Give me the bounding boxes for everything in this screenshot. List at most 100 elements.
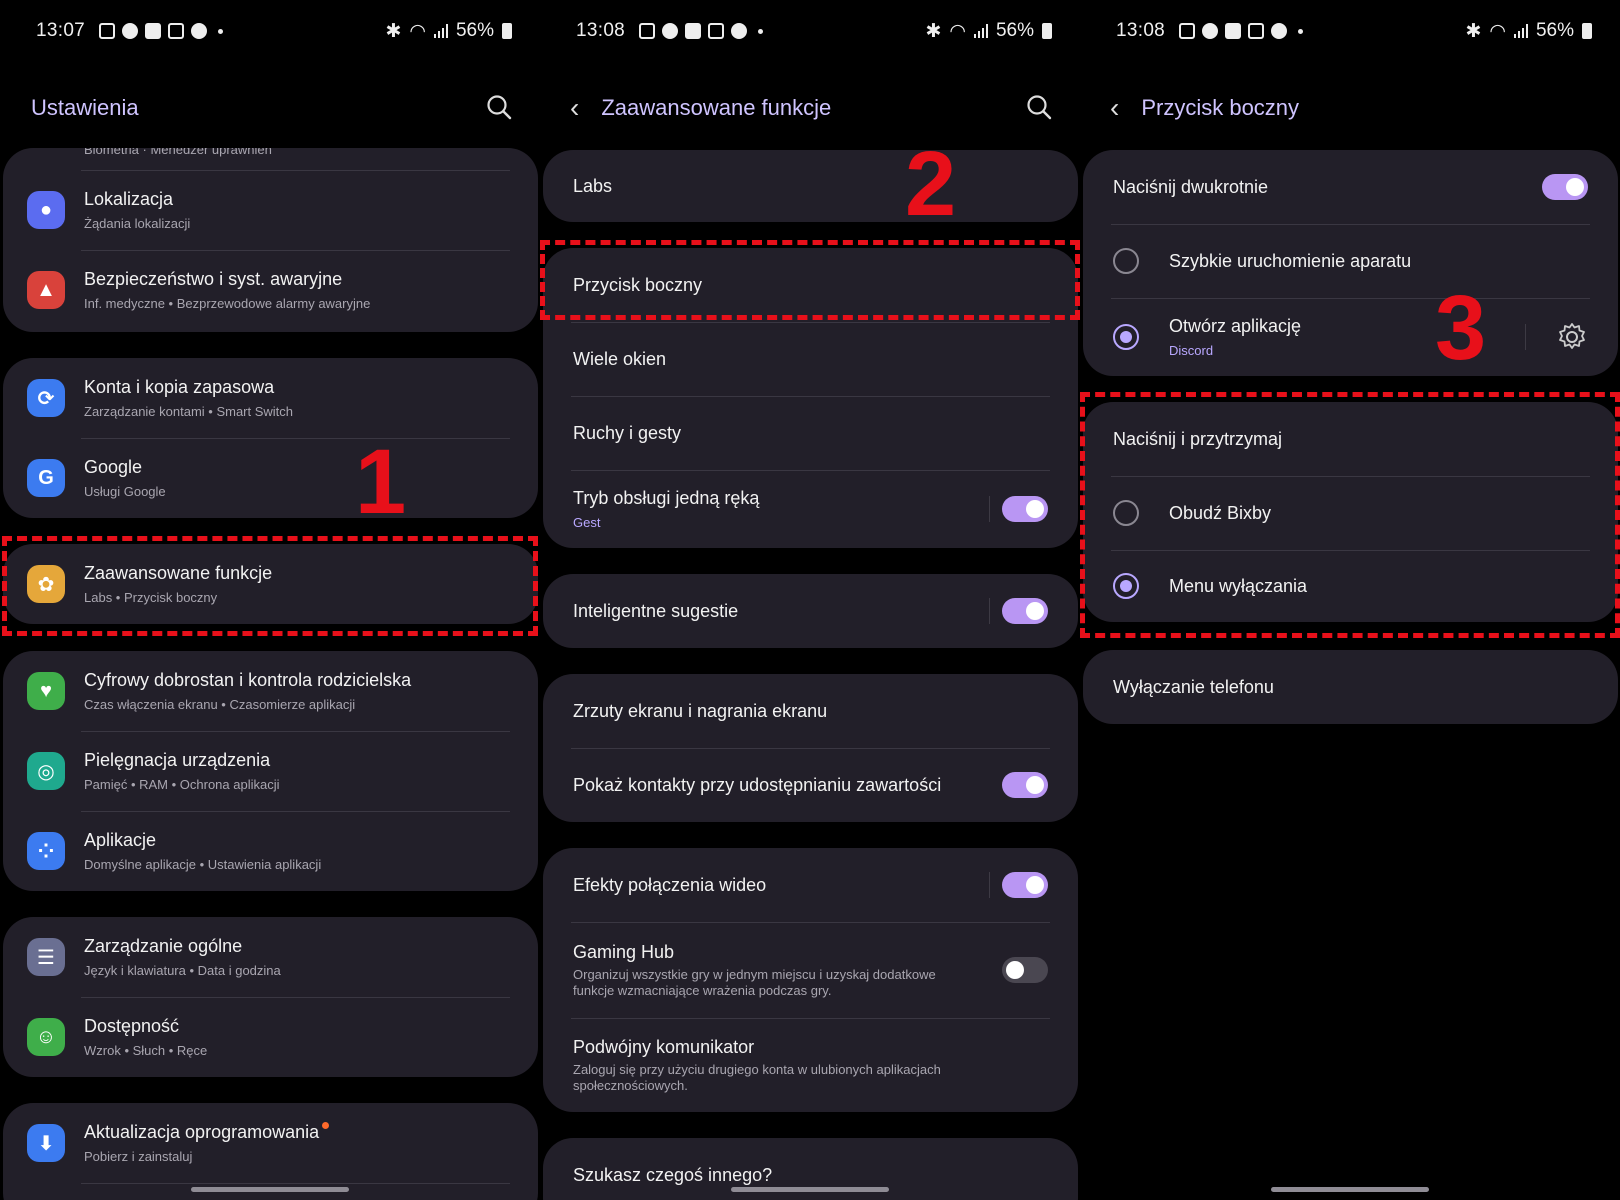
item-label: Szybkie uruchomienie aparatu bbox=[1169, 250, 1412, 271]
wifi-icon: ◠ bbox=[949, 20, 966, 42]
power-off-settings-row[interactable]: Wyłączanie telefonu bbox=[1083, 650, 1618, 724]
menu-item-labs[interactable]: Labs bbox=[543, 150, 1078, 222]
settings-item-apps[interactable]: ⁘ Aplikacje Domyślne aplikacje • Ustawien… bbox=[3, 811, 538, 891]
item-label: Pielęgnacja urządzenia bbox=[84, 750, 271, 770]
home-indicator[interactable] bbox=[1271, 1187, 1429, 1192]
notification-icons bbox=[99, 23, 224, 39]
settings-item-software-update[interactable]: ⬇ Aktualizacja oprogramowania Pobierz i z… bbox=[3, 1103, 538, 1183]
row-separator bbox=[989, 872, 990, 898]
page-title: Przycisk boczny bbox=[1141, 95, 1300, 120]
settings-item-device-care[interactable]: ◎ Pielęgnacja urządzenia Pamięć • RAM • O… bbox=[3, 731, 538, 811]
radio-quick-camera[interactable] bbox=[1113, 248, 1139, 274]
battery-percent: 56% bbox=[995, 20, 1034, 41]
menu-item-screenshots[interactable]: Zrzuty ekranu i nagrania ekranu bbox=[543, 674, 1078, 748]
video-call-effects-toggle[interactable] bbox=[1002, 872, 1048, 898]
item-sub: Gest bbox=[573, 515, 601, 530]
emergency-icon: ▲ bbox=[27, 271, 65, 309]
annotation-number-2: 2 bbox=[905, 133, 957, 235]
wifi-icon: ◠ bbox=[1489, 20, 1506, 42]
settings-item-advanced-features[interactable]: ✿ Zaawansowane funkcje Labs • Przycisk bo… bbox=[3, 544, 538, 624]
item-sub: Pamięć • RAM • Ochrona aplikacji bbox=[84, 777, 280, 792]
settings-group-advanced: ✿ Zaawansowane funkcje Labs • Przycisk bo… bbox=[3, 544, 538, 624]
menu-item-motions-gestures[interactable]: Ruchy i gesty bbox=[543, 396, 1078, 470]
menu-item-smart-suggestions[interactable]: Inteligentne sugestie bbox=[543, 574, 1078, 648]
item-sub: Zarządzanie kontami • Smart Switch bbox=[84, 404, 294, 419]
advanced-features-panel: 13:08 ✱ ◠ 56% ‹ Zaawansowane funkcje Lab… bbox=[540, 0, 1080, 1200]
double-press-toggle[interactable] bbox=[1542, 174, 1588, 200]
settings-item-general-management[interactable]: ☰ Zarządzanie ogólne Język i klawiatura •… bbox=[3, 917, 538, 997]
home-indicator[interactable] bbox=[731, 1187, 889, 1192]
share-contacts-toggle[interactable] bbox=[1002, 772, 1048, 798]
page-title: Ustawienia bbox=[31, 95, 139, 120]
option-wake-bixby[interactable]: Obudź Bixby bbox=[1083, 476, 1618, 550]
menu-item-share-contacts[interactable]: Pokaż kontakty przy udostępnianiu zawart… bbox=[543, 748, 1078, 822]
settings-item-location[interactable]: ● Lokalizacja Żądania lokalizacji bbox=[3, 170, 538, 250]
item-label: Menu wyłączania bbox=[1169, 575, 1308, 596]
signal-icon bbox=[433, 24, 448, 38]
option-quick-camera[interactable]: Szybkie uruchomienie aparatu bbox=[1083, 224, 1618, 298]
press-hold-card: Naciśnij i przytrzymaj Obudź Bixby Menu … bbox=[1083, 402, 1618, 622]
menu-item-side-button[interactable]: Przycisk boczny bbox=[543, 248, 1078, 322]
battery-percent: 56% bbox=[455, 20, 494, 41]
radio-power-off-menu[interactable] bbox=[1113, 573, 1139, 599]
screenshots-card: Zrzuty ekranu i nagrania ekranu Pokaż ko… bbox=[543, 674, 1078, 822]
item-sub: Usługi Google bbox=[84, 484, 166, 499]
settings-item-accessibility[interactable]: ☺ Dostępność Wzrok • Słuch • Ręce bbox=[3, 997, 538, 1077]
menu-item-gaming-hub[interactable]: Gaming Hub Organizuj wszystkie gry w jedn… bbox=[543, 922, 1078, 1018]
gallery-notification-icon bbox=[639, 23, 656, 39]
gaming-hub-toggle[interactable] bbox=[1002, 957, 1048, 983]
menu-item-multi-window[interactable]: Wiele okien bbox=[543, 322, 1078, 396]
item-label: Lokalizacja bbox=[84, 189, 174, 209]
item-label: Ruchy i gesty bbox=[573, 422, 682, 443]
battery-icon bbox=[1042, 23, 1052, 39]
settings-item-wellbeing[interactable]: ♥ Cyfrowy dobrostan i kontrola rodziciel… bbox=[3, 651, 538, 731]
one-handed-mode-toggle[interactable] bbox=[1002, 496, 1048, 522]
item-label: Google bbox=[84, 457, 143, 477]
option-open-app[interactable]: Otwórz aplikację Discord bbox=[1083, 298, 1618, 376]
google-icon: G bbox=[27, 459, 65, 497]
settings-group-accounts: ⟳ Konta i kopia zapasowa Zarządzanie kont… bbox=[3, 358, 538, 518]
gallery-notification-icon bbox=[1179, 23, 1196, 39]
accessibility-icon: ☺ bbox=[27, 1018, 65, 1056]
settings-item-google[interactable]: G Google Usługi Google bbox=[3, 438, 538, 518]
back-arrow-icon[interactable]: ‹ bbox=[1110, 94, 1119, 122]
bluetooth-icon: ✱ bbox=[385, 20, 402, 42]
software-update-icon: ⬇ bbox=[27, 1124, 65, 1162]
smart-suggestions-toggle[interactable] bbox=[1002, 598, 1048, 624]
status-right: ✱ ◠ 56% bbox=[1465, 20, 1592, 43]
option-power-off-menu[interactable]: Menu wyłączania bbox=[1083, 550, 1618, 622]
search-icon[interactable] bbox=[1026, 94, 1052, 120]
check-notification-icon bbox=[1225, 23, 1242, 39]
search-icon[interactable] bbox=[486, 94, 512, 120]
radio-open-app[interactable] bbox=[1113, 324, 1139, 350]
radio-wake-bixby[interactable] bbox=[1113, 500, 1139, 526]
item-label: Pokaż kontakty przy udostępnianiu zawart… bbox=[573, 774, 942, 795]
home-indicator[interactable] bbox=[191, 1187, 349, 1192]
back-arrow-icon[interactable]: ‹ bbox=[570, 94, 579, 122]
page-header: Ustawienia bbox=[0, 88, 540, 128]
item-sub: Inf. medyczne • Bezprzewodowe alarmy awa… bbox=[84, 296, 371, 311]
settings-group-location-security: Biometria · Menedżer uprawnień ● Lokaliz… bbox=[3, 148, 538, 332]
menu-item-dual-messenger[interactable]: Podwójny komunikator Zaloguj się przy uży… bbox=[543, 1018, 1078, 1112]
double-press-row[interactable]: Naciśnij dwukrotnie bbox=[1083, 150, 1618, 224]
message-notification-icon bbox=[191, 23, 208, 39]
settings-item-accounts[interactable]: ⟳ Konta i kopia zapasowa Zarządzanie kont… bbox=[3, 358, 538, 438]
page-title: Zaawansowane funkcje bbox=[601, 95, 832, 120]
apps-icon: ⁘ bbox=[27, 832, 65, 870]
side-button-panel: 13:08 ✱ ◠ 56% ‹ Przycisk boczny Naciśnij… bbox=[1080, 0, 1620, 1200]
signal-icon bbox=[1513, 24, 1528, 38]
device-care-icon: ◎ bbox=[27, 752, 65, 790]
item-label: Aplikacje bbox=[84, 830, 157, 850]
menu-item-video-call-effects[interactable]: Efekty połączenia wideo bbox=[543, 848, 1078, 922]
double-press-card: Naciśnij dwukrotnie Szybkie uruchomienie… bbox=[1083, 150, 1618, 376]
settings-item-safety[interactable]: ▲ Bezpieczeństwo i syst. awaryjne Inf. me… bbox=[3, 250, 538, 330]
signal-icon bbox=[973, 24, 988, 38]
gear-icon[interactable] bbox=[1556, 321, 1588, 353]
item-label: Gaming Hub bbox=[573, 941, 675, 962]
menu-item-one-handed-mode[interactable]: Tryb obsługi jedną ręką Gest bbox=[543, 470, 1078, 548]
notification-icons bbox=[639, 23, 764, 39]
lock-notification-icon bbox=[1248, 23, 1265, 39]
labs-card: Labs bbox=[543, 150, 1078, 222]
settings-panel: 13:07 ✱ ◠ 56% Ustawienia Biometria · Men… bbox=[0, 0, 540, 1200]
settings-group-general: ☰ Zarządzanie ogólne Język i klawiatura •… bbox=[3, 917, 538, 1077]
